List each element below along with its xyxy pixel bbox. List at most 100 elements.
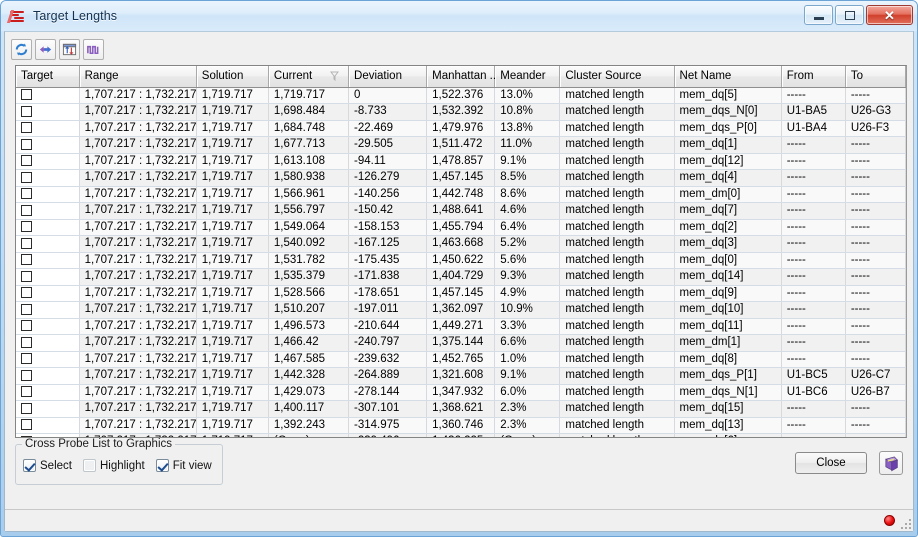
row-select-cell[interactable] (16, 186, 80, 203)
cell-range: 1,707.217 : 1,732.217 (79, 367, 197, 385)
column-header-deviation[interactable]: Deviation (348, 66, 428, 88)
column-header-range[interactable]: Range (79, 66, 197, 88)
row-checkbox[interactable] (21, 204, 32, 216)
row-select-cell[interactable] (16, 120, 80, 137)
row-checkbox[interactable] (21, 287, 32, 299)
table-row[interactable]: 1,707.217 : 1,732.217 1,719.717 1,400.117-… (16, 400, 906, 418)
row-select-cell[interactable] (16, 268, 80, 286)
checkbox-box[interactable] (155, 459, 169, 472)
checkbox-select[interactable]: Select (23, 459, 72, 472)
row-checkbox[interactable] (21, 138, 32, 150)
cell-meander: 10.9% (494, 301, 561, 319)
table-row[interactable]: 1,707.217 : 1,732.217 1,719.717 1,466.42 -2… (16, 334, 906, 352)
table-row[interactable]: 1,707.217 : 1,732.217 1,719.717 1,549.064-… (16, 219, 906, 236)
row-checkbox[interactable] (21, 353, 32, 365)
checkbox-fit-view[interactable]: Fit view (155, 459, 212, 472)
checkbox-box[interactable] (23, 459, 36, 472)
table-row[interactable]: 1,707.217 : 1,732.217 1,719.717 1,510.207-… (16, 301, 906, 319)
row-select-cell[interactable] (16, 252, 80, 269)
cross-probe-icon[interactable] (35, 38, 56, 60)
target-lengths-table[interactable]: Target Range Solution Current Deviation … (15, 65, 907, 438)
table-row[interactable]: 1,707.217 : 1,732.217 1,719.717 1,392.243-… (16, 417, 906, 434)
close-window-button[interactable]: ✕ (866, 5, 913, 25)
row-checkbox[interactable] (21, 303, 32, 315)
row-select-cell[interactable] (16, 235, 80, 253)
table-row[interactable]: 1,707.217 : 1,732.217 1,719.717 1,496.573-… (16, 318, 906, 335)
table-row[interactable]: 1,707.217 : 1,732.217 1,719.717 1,566.961-… (16, 186, 906, 203)
table-row[interactable]: 1,707.217 : 1,732.217 1,719.717 1,531.782-… (16, 252, 906, 269)
column-header-net-name[interactable]: Net Name (674, 66, 782, 88)
row-checkbox[interactable] (21, 105, 32, 117)
table-row[interactable]: 1,707.217 : 1,732.217 1,719.717 1,528.566-… (16, 285, 906, 302)
checkbox-box[interactable] (82, 459, 96, 472)
table-row[interactable]: 1,707.217 : 1,732.217 1,719.717 1,613.108-… (16, 153, 906, 170)
row-select-cell[interactable] (16, 351, 80, 368)
close-button[interactable]: Close (795, 452, 867, 474)
row-checkbox[interactable] (21, 402, 32, 414)
cell-to: ----- (845, 400, 906, 418)
cell-manhattan: 1,449.271 (426, 318, 496, 335)
checkbox-highlight[interactable]: Highlight (82, 459, 145, 472)
table-row[interactable]: 1,707.217 : 1,732.217 1,719.717 1,719.717 0… (16, 87, 906, 104)
cell-solution: 1,719.717 (196, 318, 269, 335)
column-header-to[interactable]: To (845, 66, 906, 88)
row-checkbox[interactable] (21, 254, 32, 266)
row-checkbox[interactable] (21, 188, 32, 200)
table-row[interactable]: 1,707.217 : 1,732.217 1,719.717 1,698.484-… (16, 103, 906, 121)
cell-deviation: -178.651 (348, 285, 428, 302)
row-select-cell[interactable] (16, 417, 80, 434)
table-row[interactable]: 1,707.217 : 1,732.217 1,719.717 1,684.748-… (16, 120, 906, 137)
table-row[interactable]: 1,707.217 : 1,732.217 1,719.717 1,540.092-… (16, 235, 906, 253)
table-row[interactable]: 1,707.217 : 1,732.217 1,719.717 1,467.585-… (16, 351, 906, 368)
row-checkbox[interactable] (21, 419, 32, 431)
row-select-cell[interactable] (16, 334, 80, 352)
cell-range: 1,707.217 : 1,732.217 (79, 384, 197, 401)
column-header-solution[interactable]: Solution (196, 66, 269, 88)
maximize-button[interactable] (835, 5, 864, 25)
tune-table-icon[interactable] (59, 38, 80, 60)
row-checkbox[interactable] (21, 122, 32, 134)
column-header-meander[interactable]: Meander (494, 66, 561, 88)
cell-meander: 9.3% (494, 268, 561, 286)
row-checkbox[interactable] (21, 89, 32, 101)
row-checkbox[interactable] (21, 221, 32, 233)
cell-deviation: -140.256 (348, 186, 428, 203)
row-checkbox[interactable] (21, 336, 32, 348)
row-select-cell[interactable] (16, 400, 80, 418)
minimize-button[interactable] (804, 5, 833, 25)
refresh-icon[interactable] (11, 38, 32, 60)
table-row[interactable]: 1,707.217 : 1,732.217 1,719.717 1,677.713-… (16, 136, 906, 154)
column-header-current[interactable]: Current (268, 66, 350, 88)
row-select-cell[interactable] (16, 202, 80, 220)
row-select-cell[interactable] (16, 136, 80, 154)
table-row[interactable]: 1,707.217 : 1,732.217 1,719.717 1,580.938-… (16, 169, 906, 187)
row-select-cell[interactable] (16, 87, 80, 104)
column-header-manhattan[interactable]: Manhattan ... (426, 66, 499, 88)
row-checkbox[interactable] (21, 171, 32, 183)
row-checkbox[interactable] (21, 386, 32, 398)
table-row[interactable]: 1,707.217 : 1,732.217 1,719.717 1,442.328-… (16, 367, 906, 385)
row-select-cell[interactable] (16, 367, 80, 385)
row-checkbox[interactable] (21, 237, 32, 249)
help-button[interactable] (879, 451, 903, 475)
column-header-target[interactable]: Target (16, 66, 80, 88)
row-select-cell[interactable] (16, 318, 80, 335)
row-select-cell[interactable] (16, 169, 80, 187)
table-row[interactable]: 1,707.217 : 1,732.217 1,719.717 1,535.379-… (16, 268, 906, 286)
row-checkbox[interactable] (21, 320, 32, 332)
row-checkbox[interactable] (21, 369, 32, 381)
meander-icon[interactable] (83, 38, 104, 60)
row-select-cell[interactable] (16, 103, 80, 121)
row-select-cell[interactable] (16, 153, 80, 170)
column-header-from[interactable]: From (781, 66, 846, 88)
row-checkbox[interactable] (21, 155, 32, 167)
row-select-cell[interactable] (16, 301, 80, 319)
resize-grip[interactable] (898, 516, 911, 529)
row-select-cell[interactable] (16, 384, 80, 401)
table-row[interactable]: 1,707.217 : 1,732.217 1,719.717 1,556.797-… (16, 202, 906, 220)
column-header-cluster-source[interactable]: Cluster Source (559, 66, 675, 88)
row-select-cell[interactable] (16, 285, 80, 302)
row-select-cell[interactable] (16, 219, 80, 236)
table-row[interactable]: 1,707.217 : 1,732.217 1,719.717 1,429.073-… (16, 384, 906, 401)
row-checkbox[interactable] (21, 270, 32, 282)
